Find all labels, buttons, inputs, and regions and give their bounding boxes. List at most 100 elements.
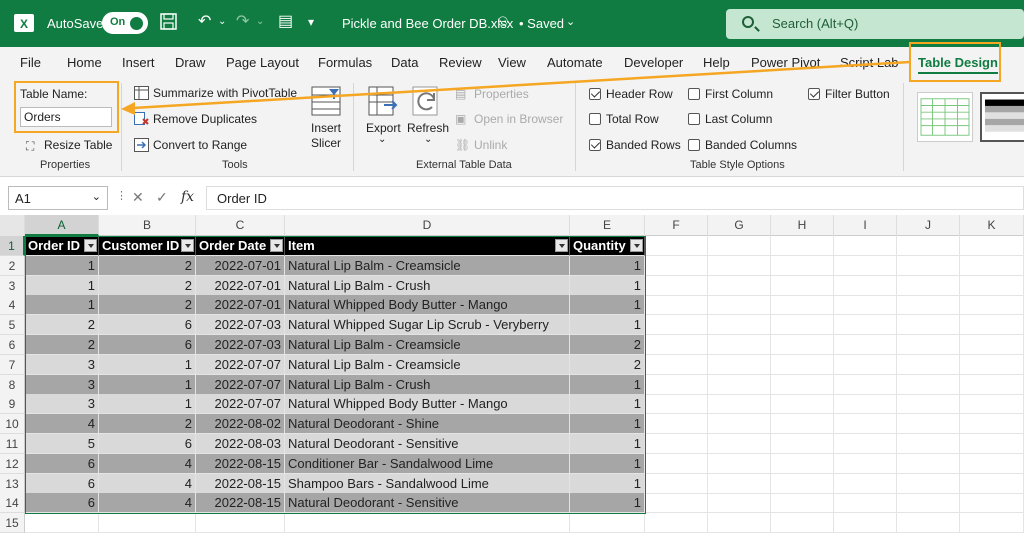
empty-cell[interactable] — [960, 236, 1024, 256]
empty-cell[interactable] — [960, 513, 1024, 533]
empty-cell[interactable] — [645, 394, 708, 415]
empty-cell[interactable] — [897, 394, 960, 415]
table-cell[interactable]: Natural Lip Balm - Creamsicle — [285, 354, 570, 375]
filter-dropdown-icon[interactable] — [630, 239, 643, 252]
row-header[interactable]: 3 — [0, 275, 25, 296]
empty-cell[interactable] — [834, 513, 897, 533]
chevron-down-icon[interactable]: ⌄ — [218, 13, 226, 31]
table-header-cell[interactable]: Item — [285, 236, 570, 256]
formula-input[interactable]: Order ID — [206, 186, 1024, 210]
empty-cell[interactable] — [834, 295, 897, 316]
empty-cell[interactable] — [708, 513, 771, 533]
convert-to-range-button[interactable]: Convert to Range — [153, 138, 247, 152]
table-cell[interactable]: Natural Deodorant - Sensitive — [285, 493, 570, 514]
table-cell[interactable]: Natural Whipped Sugar Lip Scrub - Verybe… — [285, 315, 570, 336]
empty-cell[interactable] — [834, 275, 897, 296]
empty-cell[interactable] — [771, 513, 834, 533]
table-cell[interactable]: 2022-07-03 — [196, 315, 285, 336]
column-header[interactable]: E — [570, 215, 645, 236]
empty-cell[interactable] — [645, 335, 708, 355]
tab-draw[interactable]: Draw — [175, 55, 205, 70]
empty-cell[interactable] — [196, 513, 285, 533]
row-header[interactable]: 12 — [0, 453, 25, 474]
table-cell[interactable]: 6 — [99, 315, 196, 336]
row-header[interactable]: 15 — [0, 513, 25, 533]
empty-cell[interactable] — [897, 434, 960, 454]
table-cell[interactable]: Natural Lip Balm - Creamsicle — [285, 255, 570, 276]
table-cell[interactable]: 1 — [570, 374, 645, 395]
tab-file[interactable]: File — [20, 55, 41, 70]
table-cell[interactable]: Natural Lip Balm - Crush — [285, 275, 570, 296]
column-header[interactable]: B — [99, 215, 196, 236]
empty-cell[interactable] — [25, 513, 99, 533]
empty-cell[interactable] — [771, 453, 834, 474]
empty-cell[interactable] — [897, 493, 960, 514]
empty-cell[interactable] — [771, 354, 834, 375]
empty-cell[interactable] — [645, 255, 708, 276]
empty-cell[interactable] — [645, 295, 708, 316]
row-header[interactable]: 13 — [0, 473, 25, 494]
column-header[interactable]: A — [25, 215, 99, 236]
undo-icon[interactable]: ↶ — [198, 13, 211, 31]
insert-slicer-label-2[interactable]: Slicer — [311, 136, 341, 150]
row-header[interactable]: 6 — [0, 335, 25, 355]
chevron-down-icon[interactable]: ⌄ — [256, 13, 264, 31]
share-person-icon[interactable]: ⚇ — [497, 13, 509, 31]
table-cell[interactable]: 1 — [570, 493, 645, 514]
table-cell[interactable]: 2022-07-01 — [196, 275, 285, 296]
empty-cell[interactable] — [708, 453, 771, 474]
tab-review[interactable]: Review — [439, 55, 482, 70]
table-cell[interactable]: Natural Whipped Body Butter - Mango — [285, 295, 570, 316]
filter-dropdown-icon[interactable] — [555, 239, 568, 252]
row-header[interactable]: 5 — [0, 315, 25, 336]
empty-cell[interactable] — [645, 493, 708, 514]
empty-cell[interactable] — [645, 473, 708, 494]
tab-script-lab[interactable]: Script Lab — [840, 55, 899, 70]
table-cell[interactable]: 1 — [25, 255, 99, 276]
empty-cell[interactable] — [834, 414, 897, 435]
empty-cell[interactable] — [771, 295, 834, 316]
first-column-checkbox[interactable] — [688, 88, 700, 100]
table-header-cell[interactable]: Order Date — [196, 236, 285, 256]
empty-cell[interactable] — [897, 513, 960, 533]
open-in-browser-button[interactable]: Open in Browser — [474, 112, 563, 126]
empty-cell[interactable] — [834, 335, 897, 355]
table-cell[interactable]: 6 — [25, 453, 99, 474]
table-cell[interactable]: 6 — [99, 335, 196, 355]
empty-cell[interactable] — [897, 295, 960, 316]
empty-cell[interactable] — [960, 414, 1024, 435]
redo-icon[interactable]: ↷ — [236, 13, 249, 31]
table-cell[interactable]: 2022-08-03 — [196, 434, 285, 454]
empty-cell[interactable] — [897, 374, 960, 395]
empty-cell[interactable] — [834, 434, 897, 454]
table-cell[interactable]: 1 — [99, 394, 196, 415]
empty-cell[interactable] — [771, 434, 834, 454]
table-cell[interactable]: 2022-07-03 — [196, 335, 285, 355]
table-cell[interactable]: 1 — [570, 434, 645, 454]
table-cell[interactable]: 2022-08-15 — [196, 473, 285, 494]
table-cell[interactable]: Natural Lip Balm - Crush — [285, 374, 570, 395]
empty-cell[interactable] — [771, 374, 834, 395]
empty-cell[interactable] — [960, 354, 1024, 375]
empty-cell[interactable] — [897, 275, 960, 296]
banded-rows-checkbox[interactable] — [589, 139, 601, 151]
file-name[interactable]: Pickle and Bee Order DB.xlsx — [342, 16, 513, 31]
table-cell[interactable]: 2022-07-07 — [196, 374, 285, 395]
empty-cell[interactable] — [960, 255, 1024, 276]
table-cell[interactable]: Shampoo Bars - Sandalwood Lime — [285, 473, 570, 494]
table-cell[interactable]: 5 — [25, 434, 99, 454]
empty-cell[interactable] — [708, 394, 771, 415]
row-header[interactable]: 10 — [0, 414, 25, 435]
empty-cell[interactable] — [99, 513, 196, 533]
select-all-corner[interactable] — [0, 215, 25, 236]
tab-formulas[interactable]: Formulas — [318, 55, 372, 70]
filter-button-checkbox[interactable] — [808, 88, 820, 100]
table-cell[interactable]: Natural Deodorant - Shine — [285, 414, 570, 435]
insert-slicer-label-1[interactable]: Insert — [311, 121, 341, 135]
table-cell[interactable]: 1 — [99, 374, 196, 395]
header-row-checkbox[interactable] — [589, 88, 601, 100]
empty-cell[interactable] — [771, 315, 834, 336]
table-cell[interactable]: 3 — [25, 394, 99, 415]
column-header[interactable]: G — [708, 215, 771, 236]
column-header[interactable]: I — [834, 215, 897, 236]
